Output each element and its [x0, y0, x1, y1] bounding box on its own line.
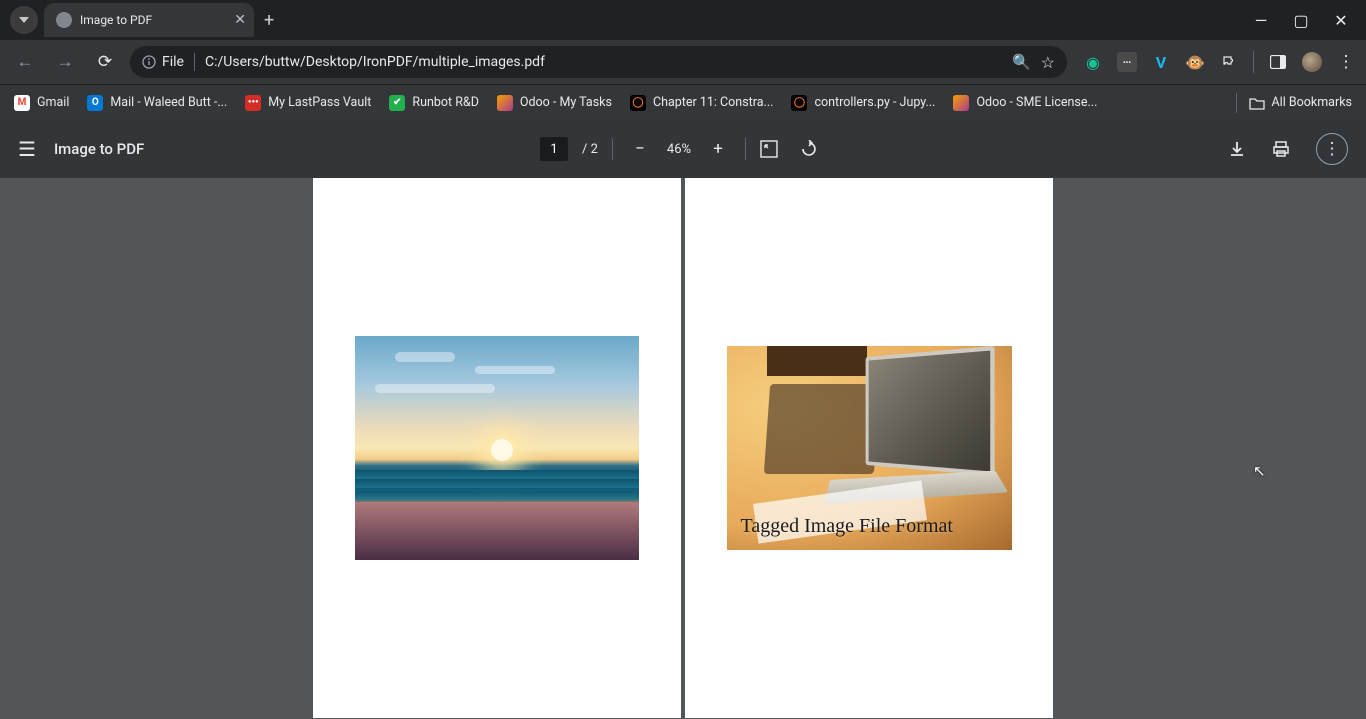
back-button[interactable]: ←: [10, 52, 40, 72]
zoom-percentage: 46%: [667, 142, 691, 157]
puzzle-icon: [1221, 54, 1237, 70]
pdf-sidebar-toggle[interactable]: ☰: [18, 137, 36, 161]
extension-icons: ◉ ••• V 🐵 ⋮: [1077, 51, 1356, 73]
page-total: 2: [591, 142, 598, 157]
bookmark-outlook[interactable]: OMail - Waleed Butt -...: [87, 95, 227, 111]
separator: [612, 138, 613, 160]
pdf-more-menu-button[interactable]: ⋮: [1316, 133, 1348, 165]
pdf-viewer[interactable]: Tagged Image File Format: [0, 178, 1366, 719]
close-window-button[interactable]: ✕: [1330, 11, 1352, 30]
side-panel-button[interactable]: [1268, 52, 1288, 72]
separator: [194, 53, 195, 71]
page-number-input[interactable]: [540, 137, 568, 161]
url-text: C:/Users/buttw/Desktop/IronPDF/multiple_…: [205, 54, 1002, 70]
print-icon: [1272, 140, 1290, 158]
folder-icon: [1249, 96, 1265, 110]
fit-page-button[interactable]: [760, 140, 786, 158]
all-bookmarks-label: All Bookmarks: [1272, 95, 1353, 110]
bookmark-label: Odoo - My Tasks: [520, 95, 612, 110]
pdf-page-2: Tagged Image File Format: [685, 178, 1053, 718]
address-bar: ← → ⟳ File C:/Users/buttw/Desktop/IronPD…: [0, 40, 1366, 84]
page2-image: Tagged Image File Format: [727, 346, 1012, 550]
url-field[interactable]: File C:/Users/buttw/Desktop/IronPDF/mult…: [130, 46, 1067, 78]
info-icon: [142, 55, 156, 69]
new-tab-button[interactable]: +: [264, 10, 274, 31]
tabs-dropdown-button[interactable]: [10, 6, 38, 34]
separator: [1236, 93, 1237, 113]
bookmark-label: Odoo - SME License...: [976, 95, 1097, 110]
lastpass-icon[interactable]: •••: [1117, 52, 1137, 72]
all-bookmarks-button[interactable]: All Bookmarks: [1249, 95, 1353, 110]
sunset-painting: [355, 336, 639, 560]
bookmarks-bar: MGmail OMail - Waleed Butt -... •••My La…: [0, 84, 1366, 120]
panel-icon: [1270, 55, 1286, 69]
zoom-indicator-icon[interactable]: 🔍: [1012, 53, 1031, 71]
pdf-toolbar: ☰ Image to PDF / 2 − 46% + ⋮: [0, 120, 1366, 178]
image-caption: Tagged Image File Format: [741, 515, 953, 538]
bookmark-star-button[interactable]: ☆: [1041, 53, 1055, 72]
bookmark-odoo-tasks[interactable]: Odoo - My Tasks: [497, 95, 612, 111]
bookmark-lastpass[interactable]: •••My LastPass Vault: [245, 95, 371, 111]
fit-icon: [760, 140, 778, 158]
bookmark-runbot[interactable]: ✔Runbot R&D: [389, 95, 479, 111]
bookmark-odoo-sme[interactable]: Odoo - SME License...: [953, 95, 1097, 111]
monkey-icon[interactable]: 🐵: [1185, 52, 1205, 72]
chrome-menu-button[interactable]: ⋮: [1336, 52, 1356, 72]
forward-button[interactable]: →: [50, 52, 80, 72]
bookmark-chapter11[interactable]: ◯Chapter 11: Constra...: [630, 95, 773, 111]
maximize-button[interactable]: ▢: [1290, 11, 1312, 30]
bookmark-label: My LastPass Vault: [268, 95, 371, 110]
page1-image: [355, 336, 639, 560]
bookmark-label: Gmail: [37, 95, 69, 110]
bookmark-label: Mail - Waleed Butt -...: [110, 95, 227, 110]
bookmark-label: controllers.py - Jupy...: [814, 95, 935, 110]
grammarly-icon[interactable]: ◉: [1083, 52, 1103, 72]
minimize-button[interactable]: —: [1250, 11, 1272, 30]
browser-tab[interactable]: Image to PDF ✕: [44, 3, 254, 37]
globe-icon: [56, 12, 72, 28]
bookmark-label: Chapter 11: Constra...: [653, 95, 773, 110]
url-scheme-label: File: [162, 54, 184, 70]
separator: [745, 138, 746, 160]
download-icon: [1228, 140, 1246, 158]
site-info-button[interactable]: File: [142, 54, 184, 70]
bookmark-label: Runbot R&D: [412, 95, 479, 110]
rotate-button[interactable]: [800, 140, 826, 158]
separator: [1253, 51, 1254, 73]
tab-title: Image to PDF: [80, 13, 152, 27]
download-button[interactable]: [1228, 140, 1254, 158]
bookmark-controllers[interactable]: ◯controllers.py - Jupy...: [791, 95, 935, 111]
close-tab-button[interactable]: ✕: [234, 12, 246, 28]
bookmark-gmail[interactable]: MGmail: [14, 95, 69, 111]
pdf-page-1: [313, 178, 681, 718]
zoom-out-button[interactable]: −: [627, 139, 653, 159]
zoom-in-button[interactable]: +: [705, 139, 731, 159]
pdf-document-title: Image to PDF: [54, 140, 144, 158]
laptops-photo: Tagged Image File Format: [727, 346, 1012, 550]
profile-avatar[interactable]: [1302, 52, 1322, 72]
window-controls: — ▢ ✕: [1250, 11, 1366, 30]
chevron-down-icon: [19, 17, 29, 23]
print-button[interactable]: [1272, 140, 1298, 158]
browser-titlebar: Image to PDF ✕ + — ▢ ✕: [0, 0, 1366, 40]
rotate-icon: [800, 140, 818, 158]
reload-button[interactable]: ⟳: [90, 52, 120, 72]
vimeo-icon[interactable]: V: [1151, 52, 1171, 72]
extensions-button[interactable]: [1219, 52, 1239, 72]
page-sep: /: [582, 142, 587, 157]
